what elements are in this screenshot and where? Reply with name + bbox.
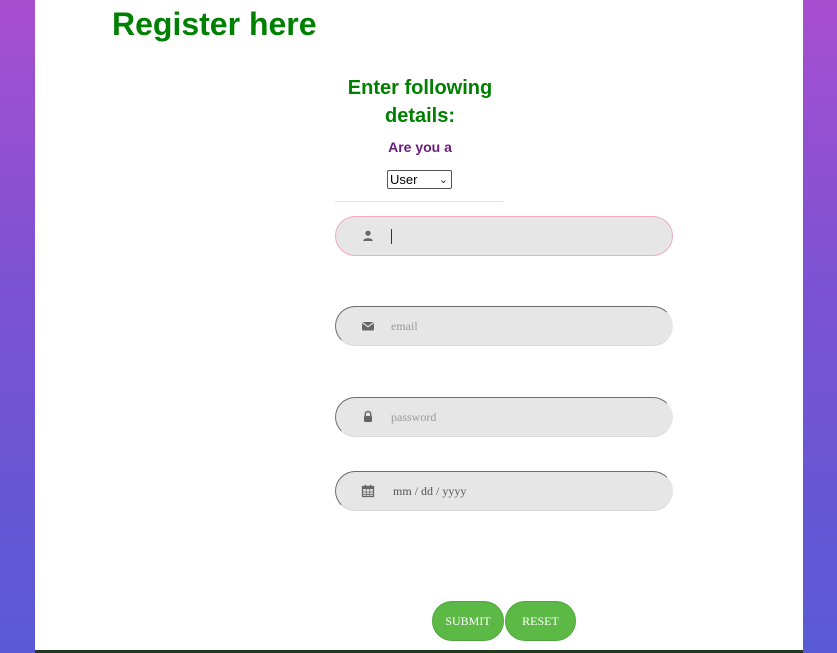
role-select-value: User [390, 172, 418, 187]
password-placeholder: password [391, 410, 437, 424]
user-icon [360, 228, 376, 244]
calendar-icon [360, 483, 376, 499]
reset-button[interactable]: RESET [505, 601, 576, 641]
chevron-down-icon: ⌄ [438, 174, 448, 186]
role-label: Are you a [388, 139, 452, 155]
form-heading: Enter following details: [347, 77, 493, 127]
divider [335, 201, 503, 202]
text-caret [391, 229, 392, 244]
email-field[interactable]: email [335, 306, 673, 346]
lock-icon [360, 409, 376, 425]
date-field[interactable]: mm / dd / yyyy [335, 471, 673, 511]
envelope-icon [360, 318, 376, 334]
page-title: Register here [112, 6, 317, 42]
username-field[interactable] [335, 216, 673, 256]
role-select[interactable]: User ⌄ [387, 170, 452, 189]
date-placeholder: mm / dd / yyyy [393, 484, 467, 498]
password-field[interactable]: password [335, 397, 673, 437]
email-placeholder: email [391, 319, 418, 333]
submit-button[interactable]: SUBMIT [432, 601, 504, 641]
